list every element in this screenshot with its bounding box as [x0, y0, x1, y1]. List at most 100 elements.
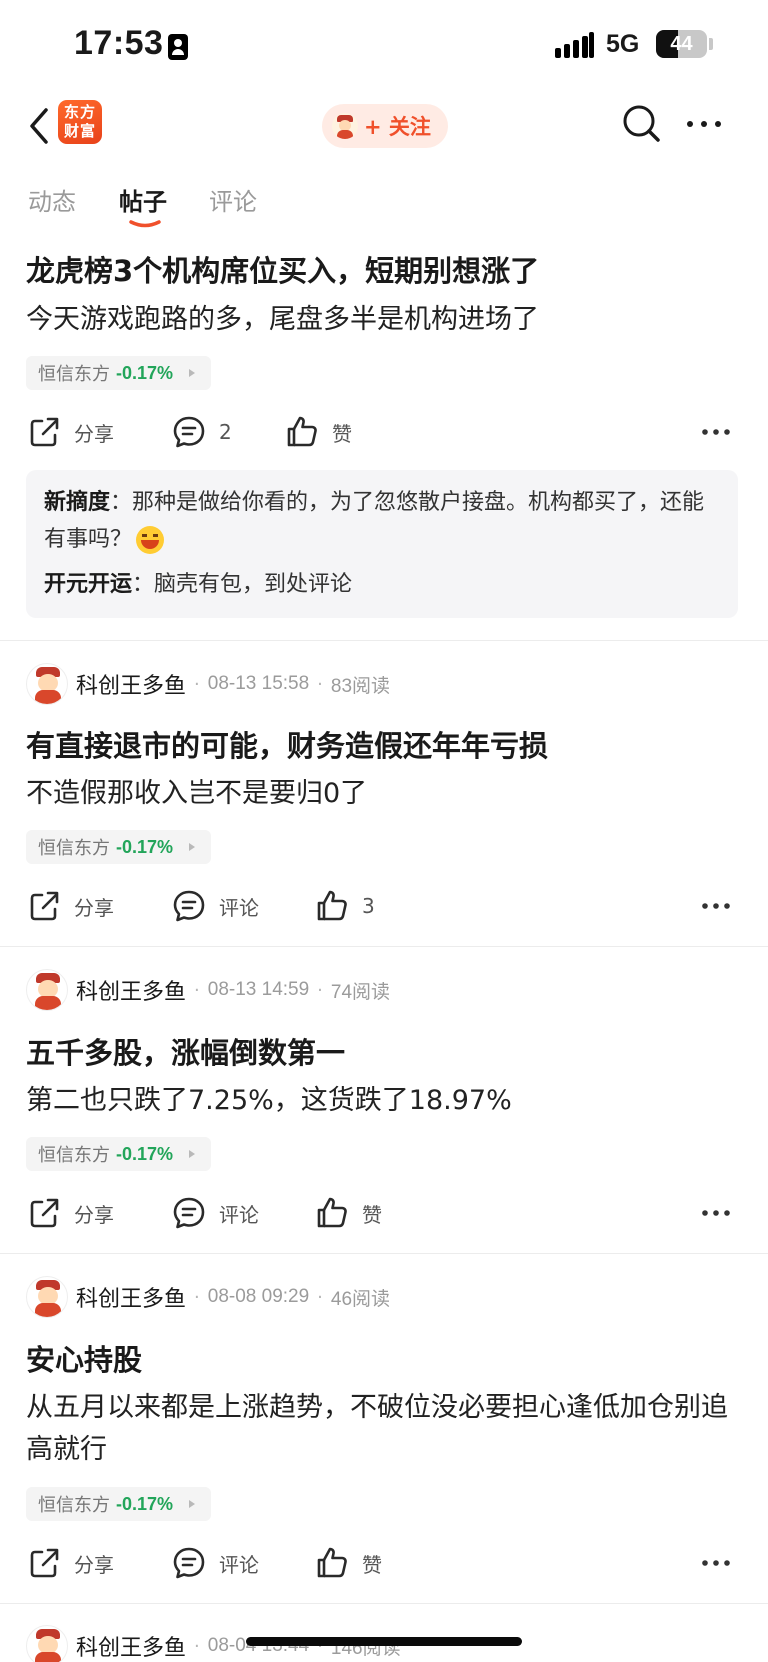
- share-icon: [30, 891, 59, 921]
- comment-item[interactable]: 开元开运：脑壳有包，到处评论: [44, 566, 720, 603]
- comment-item[interactable]: 新摘度：那种是做给你看的，为了忽悠散户接盘。机构都买了，还能有事吗？: [44, 484, 720, 558]
- comment-separator: ：: [110, 490, 133, 515]
- more-icon[interactable]: [701, 422, 731, 442]
- avatar[interactable]: [26, 663, 68, 705]
- tab-posts[interactable]: 帖子: [119, 182, 167, 217]
- stock-name: 恒信东方: [38, 364, 110, 385]
- post-title[interactable]: 有直接退市的可能，财务造假还年年亏损: [26, 723, 548, 765]
- post-time: 08-08 09:29: [207, 1286, 310, 1307]
- more-icon[interactable]: [701, 896, 731, 916]
- comment-text: 脑壳有包，到处评论: [154, 572, 353, 597]
- search-icon[interactable]: [620, 102, 662, 144]
- tab-row: 动态 帖子 评论: [0, 178, 768, 232]
- more-icon[interactable]: [701, 1203, 731, 1223]
- stock-change: -0.17%: [116, 362, 174, 383]
- laughing-emoji-icon: [136, 526, 165, 554]
- stock-name: 恒信东方: [38, 838, 110, 859]
- stock-change: -0.17%: [116, 1143, 174, 1164]
- author-name[interactable]: 科创王多鱼: [76, 974, 186, 1006]
- thumbs-up-icon: [317, 1197, 347, 1228]
- status-bar: 17:53 5G 44: [0, 0, 768, 92]
- share-button[interactable]: 分享: [26, 884, 114, 928]
- home-indicator[interactable]: [246, 1637, 522, 1646]
- chip-arrow-icon: [189, 369, 196, 377]
- app-logo: 东方 财富: [58, 100, 102, 144]
- back-icon[interactable]: [26, 106, 54, 146]
- meta-dot: ·: [194, 979, 200, 1001]
- signal-icon: [555, 32, 595, 58]
- stock-tag[interactable]: 恒信东方 -0.17%: [26, 1487, 212, 1521]
- thumbs-up-icon: [287, 416, 317, 447]
- meta-dot: ·: [317, 979, 323, 1001]
- divider: [0, 1603, 768, 1604]
- network-label: 5G: [606, 30, 640, 58]
- share-button[interactable]: 分享: [26, 410, 114, 454]
- comment-icon: [173, 416, 205, 448]
- comment-label: 评论: [219, 1552, 259, 1577]
- stock-tag[interactable]: 恒信东方 -0.17%: [26, 830, 212, 864]
- avatar[interactable]: [26, 1276, 68, 1318]
- comment-author[interactable]: 新摘度: [44, 490, 110, 515]
- avatar[interactable]: [26, 1625, 68, 1662]
- stock-tag[interactable]: 恒信东方 -0.17%: [26, 1137, 212, 1171]
- like-button[interactable]: 3: [314, 884, 375, 928]
- meta-dot: ·: [317, 673, 323, 695]
- author-name[interactable]: 科创王多鱼: [76, 1630, 186, 1662]
- meta-dot: ·: [194, 1286, 200, 1308]
- chip-arrow-icon: [189, 1500, 196, 1508]
- share-button[interactable]: 分享: [26, 1541, 114, 1585]
- comment-preview[interactable]: 新摘度：那种是做给你看的，为了忽悠散户接盘。机构都买了，还能有事吗？ 开元开运：…: [26, 470, 738, 618]
- comment-icon: [173, 1197, 205, 1229]
- action-row: 分享 2 赞: [0, 410, 768, 454]
- logo-line-1: 东方: [63, 103, 96, 121]
- author-name[interactable]: 科创王多鱼: [76, 668, 186, 700]
- post-title[interactable]: 五千多股，涨幅倒数第一: [26, 1030, 345, 1072]
- tab-dynamic[interactable]: 动态: [28, 182, 76, 217]
- comment-label: 评论: [219, 1202, 259, 1227]
- share-label: 分享: [74, 1552, 114, 1577]
- like-button[interactable]: 赞: [284, 410, 352, 454]
- like-button[interactable]: 赞: [314, 1541, 382, 1585]
- read-count: 74阅读: [330, 981, 391, 1003]
- post-body[interactable]: 从五月以来都是上涨趋势，不破位没必要担心逢低加仓别追高就行: [26, 1387, 746, 1471]
- meta-dot: ·: [194, 673, 200, 695]
- like-button[interactable]: 赞: [314, 1191, 382, 1235]
- author-name[interactable]: 科创王多鱼: [76, 1281, 186, 1313]
- like-count: 3: [362, 894, 375, 918]
- share-icon: [30, 1198, 59, 1228]
- battery-cap: [709, 38, 713, 50]
- tab-comments[interactable]: 评论: [209, 182, 257, 217]
- action-row: 分享 评论 赞: [0, 1191, 768, 1235]
- read-count: 83阅读: [330, 675, 391, 697]
- battery-icon: 44: [656, 30, 707, 58]
- comment-button[interactable]: 2: [171, 410, 232, 454]
- post-body[interactable]: 今天游戏跑路的多，尾盘多半是机构进场了: [26, 299, 746, 341]
- like-label: 赞: [362, 1202, 382, 1227]
- person-icon: [168, 34, 188, 60]
- post-body[interactable]: 不造假那收入岂不是要归0了: [26, 773, 746, 815]
- comment-author[interactable]: 开元开运: [44, 572, 132, 597]
- follow-button[interactable]: + 关注: [322, 104, 448, 148]
- share-button[interactable]: 分享: [26, 1191, 114, 1235]
- post-title[interactable]: 安心持股: [26, 1337, 142, 1379]
- stock-name: 恒信东方: [38, 1145, 110, 1166]
- post-time: 08-13 15:58: [207, 673, 310, 694]
- action-row: 分享 评论 赞: [0, 1541, 768, 1585]
- author-row: 科创王多鱼 · 08-13 15:58 · 83阅读: [26, 662, 390, 706]
- stock-change: -0.17%: [116, 836, 174, 857]
- more-icon[interactable]: [701, 1553, 731, 1573]
- stock-tag[interactable]: 恒信东方 -0.17%: [26, 356, 212, 390]
- avatar[interactable]: [26, 969, 68, 1011]
- stock-change: -0.17%: [116, 1493, 174, 1514]
- comment-button[interactable]: 评论: [171, 1191, 259, 1235]
- read-count: 46阅读: [330, 1288, 391, 1310]
- comment-count: 2: [219, 420, 232, 444]
- author-row: 科创王多鱼 · 08-08 09:29 · 46阅读: [26, 1275, 390, 1319]
- post-title[interactable]: 龙虎榜3个机构席位买入，短期别想涨了: [26, 248, 539, 290]
- comment-button[interactable]: 评论: [171, 1541, 259, 1585]
- more-icon[interactable]: [683, 106, 725, 142]
- thumbs-up-icon: [317, 1547, 347, 1578]
- comment-button[interactable]: 评论: [171, 884, 259, 928]
- status-time: 17:53: [74, 24, 164, 62]
- post-body[interactable]: 第二也只跌了7.25%，这货跌了18.97%: [26, 1080, 746, 1122]
